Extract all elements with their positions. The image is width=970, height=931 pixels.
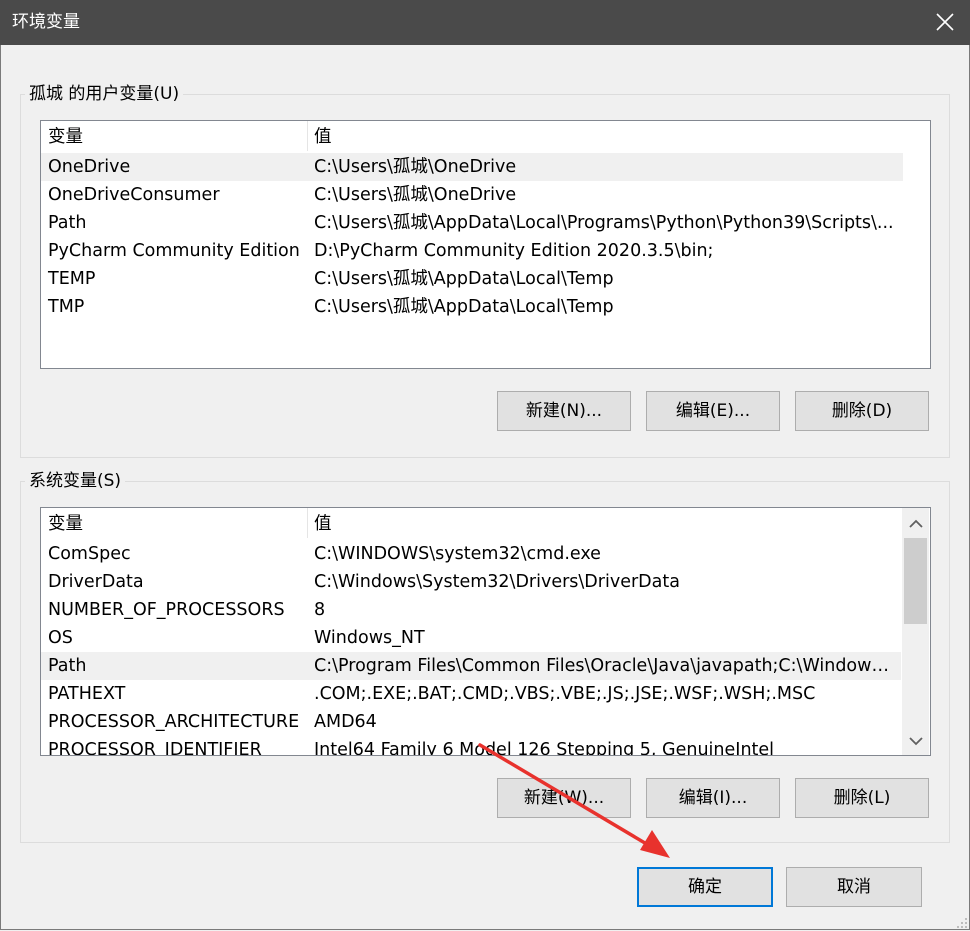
variable-name: NUMBER_OF_PROCESSORS [48,600,285,620]
column-header-value[interactable]: 值 [314,123,899,151]
variable-value: C:\Users\孤城\OneDrive [314,157,517,177]
close-button[interactable] [924,2,966,42]
variable-value: 8 [314,600,326,620]
ok-button[interactable]: 确定 [637,867,773,907]
chevron-down-icon [908,737,923,746]
variable-value: D:\PyCharm Community Edition 2020.3.5\bi… [314,241,714,261]
variable-name: PATHEXT [48,684,126,704]
resize-grip-icon[interactable] [956,917,968,929]
variable-name: DriverData [48,572,144,592]
table-row[interactable]: DriverData C:\Windows\System32\Drivers\Dr… [41,568,901,596]
variable-name: OneDrive [48,157,131,177]
variable-value: C:\Users\孤城\AppData\Local\Temp [314,297,614,317]
table-row[interactable]: Path C:\Program Files\Common Files\Oracle… [41,652,901,680]
column-header-variable[interactable]: 变量 [48,123,83,151]
table-row[interactable]: TMP C:\Users\孤城\AppData\Local\Temp [41,293,903,321]
chevron-up-icon [908,519,923,528]
column-divider[interactable] [307,121,308,151]
table-row[interactable]: PROCESSOR_IDENTIFIER Intel64 Family 6 Mod… [41,736,901,756]
table-row[interactable]: TEMP C:\Users\孤城\AppData\Local\Temp [41,265,903,293]
variable-name: TMP [48,297,85,317]
variable-value: C:\WINDOWS\system32\cmd.exe [314,544,601,564]
close-icon [936,13,954,31]
system-delete-button[interactable]: 删除(L) [795,778,929,818]
variable-value: AMD64 [314,712,377,732]
variable-name: TEMP [48,269,96,289]
cancel-button[interactable]: 取消 [786,867,922,907]
variable-value: C:\Program Files\Common Files\Oracle\Jav… [314,656,897,676]
table-row[interactable]: OS Windows_NT [41,624,901,652]
user-new-button[interactable]: 新建(N)... [497,391,631,431]
variable-name: OS [48,628,73,648]
variable-name: Path [48,213,87,233]
table-row[interactable]: NUMBER_OF_PROCESSORS 8 [41,596,901,624]
column-header-value[interactable]: 值 [314,510,899,538]
list-header: 变量 值 [41,510,903,538]
variable-name: PyCharm Community Edition [48,241,300,261]
scroll-up-button[interactable] [902,510,929,538]
variable-value: .COM;.EXE;.BAT;.CMD;.VBS;.VBE;.JS;.JSE;.… [314,684,816,704]
column-divider[interactable] [307,508,308,538]
list-header: 变量 值 [41,123,903,151]
table-row[interactable]: Path C:\Users\孤城\AppData\Local\Programs\P… [41,209,903,237]
table-row[interactable]: OneDrive C:\Users\孤城\OneDrive [41,153,903,181]
table-row[interactable]: PATHEXT .COM;.EXE;.BAT;.CMD;.VBS;.VBE;.JS… [41,680,901,708]
user-variables-label: 孤城 的用户变量(U) [25,83,184,105]
vertical-scrollbar[interactable] [902,508,929,755]
table-row[interactable]: PyCharm Community Edition D:\PyCharm Comm… [41,237,903,265]
system-variables-label: 系统变量(S) [25,470,126,492]
system-new-button[interactable]: 新建(W)... [497,778,631,818]
user-delete-button[interactable]: 删除(D) [795,391,929,431]
variable-name: OneDriveConsumer [48,185,220,205]
title-bar: 环境变量 [0,0,970,45]
system-edit-button[interactable]: 编辑(I)... [646,778,780,818]
table-row[interactable]: PROCESSOR_ARCHITECTURE AMD64 [41,708,901,736]
scroll-down-button[interactable] [902,727,929,755]
variable-value: Intel64 Family 6 Model 126 Stepping 5, G… [314,740,775,756]
variable-value: C:\Users\孤城\AppData\Local\Programs\Pytho… [314,213,894,233]
column-header-variable[interactable]: 变量 [48,510,83,538]
variable-value: C:\Windows\System32\Drivers\DriverData [314,572,680,592]
variable-name: ComSpec [48,544,131,564]
user-edit-button[interactable]: 编辑(E)... [646,391,780,431]
scroll-thumb[interactable] [904,538,927,624]
variable-value: C:\Users\孤城\AppData\Local\Temp [314,269,614,289]
table-row[interactable]: OneDriveConsumer C:\Users\孤城\OneDrive [41,181,903,209]
variable-name: PROCESSOR_ARCHITECTURE [48,712,300,732]
variable-value: C:\Users\孤城\OneDrive [314,185,517,205]
window-title: 环境变量 [12,12,80,32]
user-variables-list[interactable]: 变量 值 OneDrive C:\Users\孤城\OneDrive OneDriv… [40,120,931,369]
table-row[interactable]: ComSpec C:\WINDOWS\system32\cmd.exe [41,540,901,568]
variable-name: Path [48,656,87,676]
system-variables-list[interactable]: 变量 值 ComSpec C:\WINDOWS\system32\cmd.exe D… [40,507,931,756]
variable-name: PROCESSOR_IDENTIFIER [48,740,262,756]
variable-value: Windows_NT [314,628,425,648]
